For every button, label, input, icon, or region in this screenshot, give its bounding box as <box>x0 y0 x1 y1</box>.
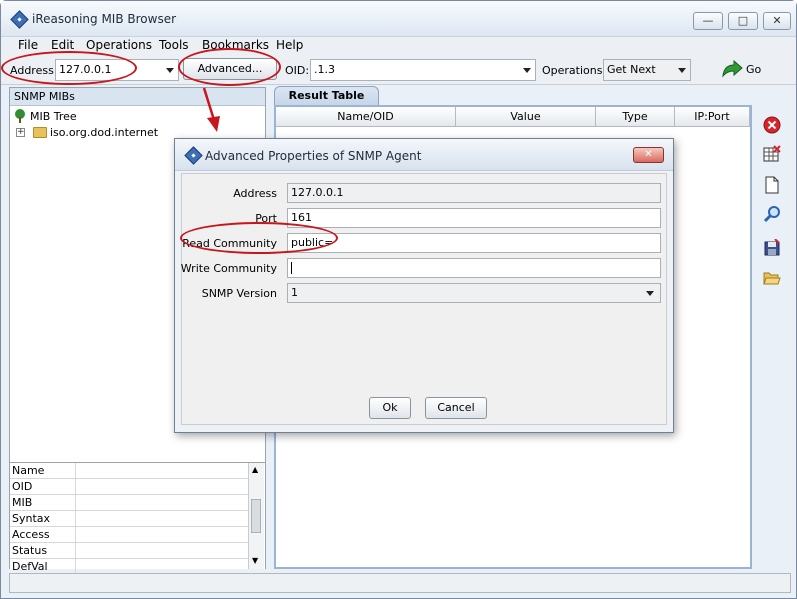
dialog-title: Advanced Properties of SNMP Agent <box>205 149 422 163</box>
chevron-down-icon <box>678 68 686 73</box>
chevron-down-icon <box>166 68 174 73</box>
close-button[interactable]: ✕ <box>763 12 791 30</box>
snmp-version-label: SNMP Version <box>201 287 277 300</box>
folder-icon <box>33 127 47 138</box>
menu-help[interactable]: Help <box>276 38 303 52</box>
tab-result-table[interactable]: Result Table <box>274 86 379 106</box>
ok-button[interactable]: Ok <box>369 397 411 419</box>
app-logo-icon <box>184 146 203 165</box>
new-document-icon[interactable] <box>763 176 781 194</box>
status-bar <box>9 573 791 593</box>
scroll-down-icon[interactable]: ▼ <box>252 556 258 565</box>
table-row: MIB <box>10 495 248 511</box>
menu-bar: File Edit Operations Tools Bookmarks Hel… <box>1 37 796 55</box>
annotation-ellipse-read-community <box>180 222 338 254</box>
advanced-properties-dialog: Advanced Properties of SNMP Agent ✕ Addr… <box>174 138 674 433</box>
port-field[interactable]: 161 <box>287 208 661 228</box>
menu-operations[interactable]: Operations <box>86 38 152 52</box>
annotation-ellipse-address <box>1 51 137 85</box>
snmp-version-select[interactable]: 1 <box>287 283 661 303</box>
address-field[interactable]: 127.0.0.1 <box>287 183 661 203</box>
go-button[interactable]: Go <box>721 60 773 80</box>
minimize-button[interactable]: — <box>693 12 723 30</box>
save-icon[interactable] <box>763 239 781 257</box>
table-row: Name <box>10 463 248 479</box>
go-label: Go <box>746 63 762 76</box>
annotation-arrow <box>202 87 220 132</box>
write-community-label: Write Community <box>180 262 277 275</box>
table-row: Syntax <box>10 511 248 527</box>
app-logo-icon <box>10 10 29 29</box>
text-caret <box>291 262 292 274</box>
menu-tools[interactable]: Tools <box>159 38 189 52</box>
oid-label: OID: <box>285 64 310 77</box>
open-folder-icon[interactable] <box>763 269 781 287</box>
expand-icon[interactable]: + <box>16 128 25 137</box>
read-community-field[interactable]: public= <box>287 233 661 253</box>
operations-value: Get Next <box>607 63 656 76</box>
maximize-button[interactable]: □ <box>728 12 758 30</box>
operations-label: Operations: <box>542 64 607 77</box>
menu-edit[interactable]: Edit <box>51 38 74 52</box>
column-header-type[interactable]: Type <box>596 107 675 127</box>
scroll-thumb[interactable] <box>251 499 261 533</box>
menu-file[interactable]: File <box>18 38 38 52</box>
properties-table: Name OID MIB Syntax Access Status DefVal… <box>10 462 265 575</box>
tree-node-internet[interactable]: iso.org.dod.internet <box>50 126 158 140</box>
side-toolbar <box>758 113 786 313</box>
find-icon[interactable] <box>763 205 781 223</box>
table-row: Status <box>10 543 248 559</box>
column-header-ipport[interactable]: IP:Port <box>675 107 750 127</box>
window-title: iReasoning MIB Browser <box>32 12 177 26</box>
scroll-up-icon[interactable]: ▲ <box>252 465 258 474</box>
chevron-down-icon <box>646 291 654 296</box>
write-community-field[interactable] <box>287 258 661 278</box>
table-row: Access <box>10 527 248 543</box>
properties-scrollbar[interactable]: ▲ ▼ <box>248 463 264 569</box>
annotation-ellipse-advanced <box>178 48 281 86</box>
dialog-title-bar: Advanced Properties of SNMP Agent ✕ <box>175 139 673 171</box>
tree-root-label[interactable]: MIB Tree <box>30 110 77 124</box>
column-header-value[interactable]: Value <box>456 107 596 127</box>
tree-icon <box>15 109 25 123</box>
column-header-name-oid[interactable]: Name/OID <box>276 107 456 127</box>
snmp-version-value: 1 <box>291 286 298 299</box>
oid-value: .1.3 <box>314 63 335 76</box>
table-delete-icon[interactable] <box>763 145 781 163</box>
dialog-body: Address 127.0.0.1 Port 161 Read Communit… <box>181 173 667 425</box>
address-field-label: Address <box>233 187 277 200</box>
chevron-down-icon <box>523 68 531 73</box>
dialog-close-button[interactable]: ✕ <box>633 147 664 163</box>
table-row: OID <box>10 479 248 495</box>
cancel-button[interactable]: Cancel <box>425 397 487 419</box>
operations-select[interactable]: Get Next <box>603 59 691 81</box>
title-bar: iReasoning MIB Browser — □ ✕ <box>1 1 796 37</box>
stop-icon[interactable] <box>763 116 781 134</box>
go-arrow-icon <box>722 60 743 78</box>
oid-combo[interactable]: .1.3 <box>310 59 536 81</box>
